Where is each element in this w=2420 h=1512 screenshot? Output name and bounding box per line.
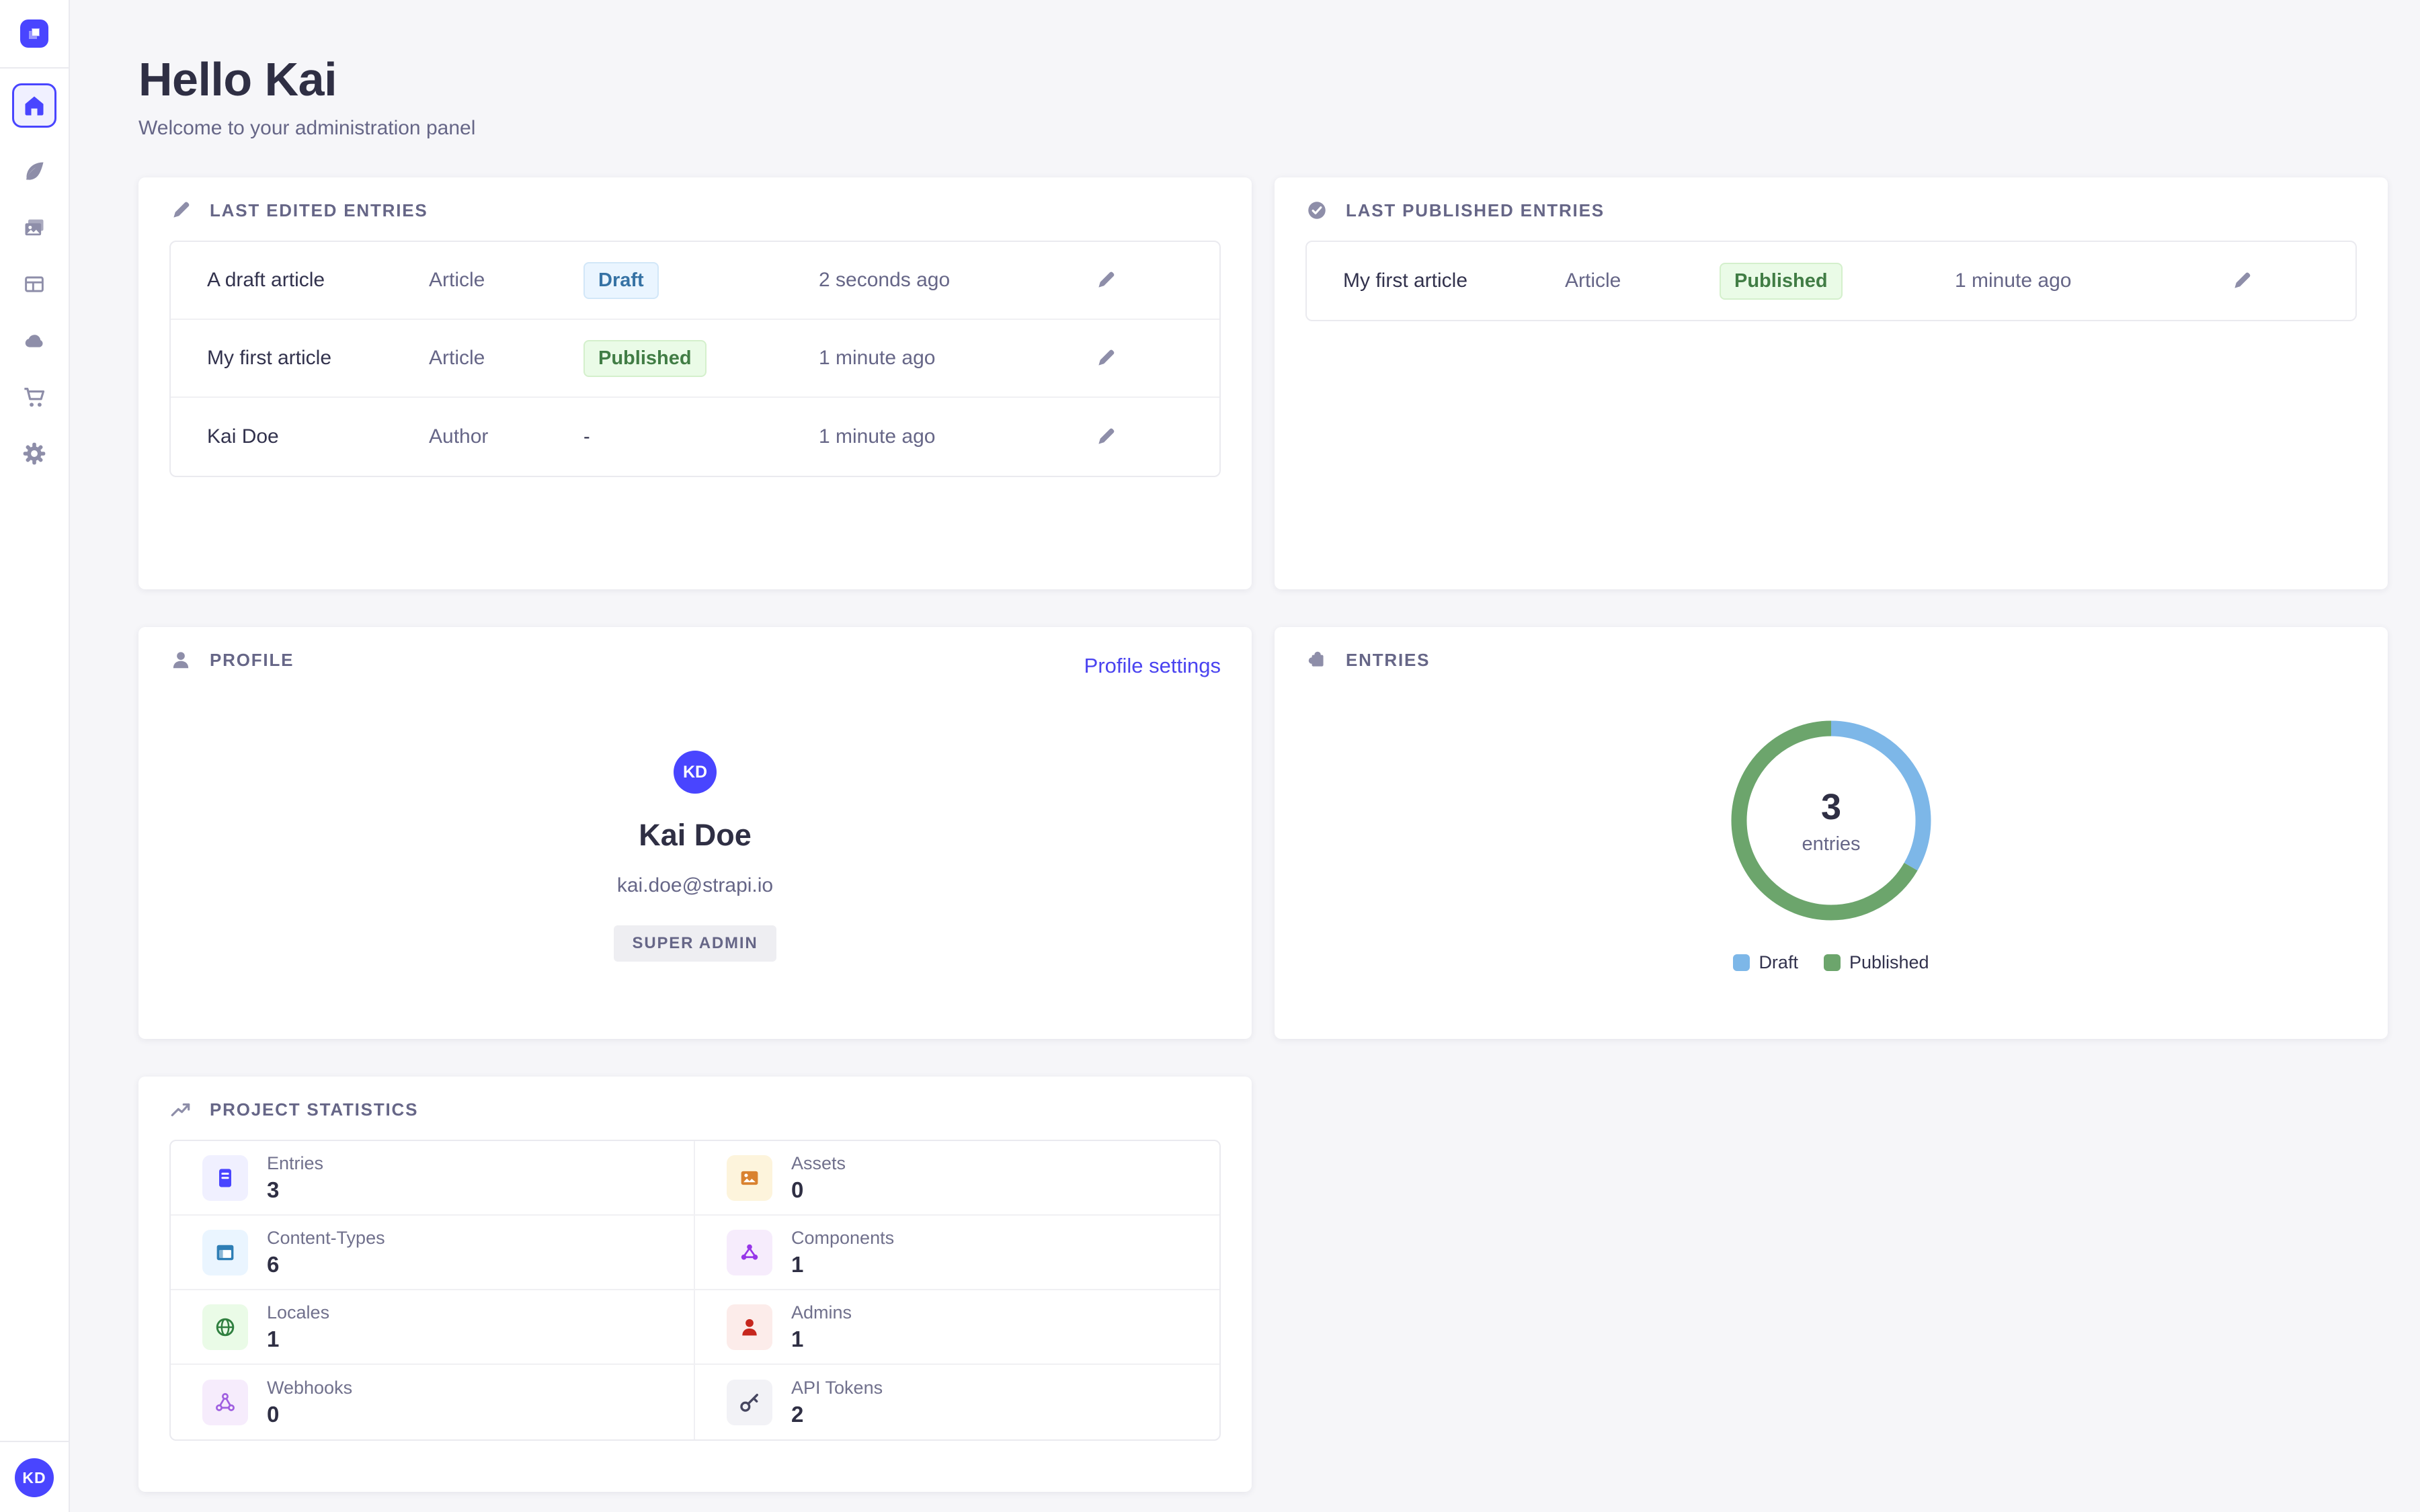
pencil-icon (169, 199, 192, 222)
pencil-icon (1094, 347, 1117, 370)
profile-card: PROFILE Profile settings KD Kai Doe kai.… (138, 627, 1252, 1039)
status-badge: Draft (583, 262, 659, 299)
entries-donut-chart: 3 entries (1730, 720, 1932, 921)
user-avatar[interactable]: KD (15, 1458, 54, 1497)
table-row[interactable]: A draft article Article Draft 2 seconds … (171, 242, 1219, 320)
cart-icon (22, 385, 46, 409)
entries-count-label: entries (1802, 833, 1860, 855)
status-badge: Published (1720, 263, 1843, 300)
puzzle-icon (1305, 648, 1328, 671)
pencil-icon (1094, 269, 1117, 292)
layout-icon (22, 272, 46, 296)
stats-grid: Entries 3 Assets 0 (169, 1140, 1221, 1441)
gear-icon (22, 442, 46, 466)
window-layout-icon (213, 1241, 237, 1265)
entry-type: Article (429, 347, 583, 370)
legend-item-draft: Draft (1733, 952, 1798, 973)
sidebar-nav (12, 83, 56, 466)
stat-components: Components 1 (695, 1216, 1219, 1290)
entry-name: A draft article (207, 269, 429, 292)
profile-settings-link[interactable]: Profile settings (1084, 654, 1221, 678)
last-published-table: My first article Article Published 1 min… (1305, 241, 2357, 321)
molecule-icon (737, 1241, 762, 1265)
entry-time: 1 minute ago (819, 347, 1094, 370)
entry-time: 1 minute ago (1955, 269, 2230, 292)
sidebar-item-settings[interactable] (22, 441, 47, 466)
stat-api-tokens: API Tokens 2 (695, 1365, 1219, 1439)
table-row[interactable]: Kai Doe Author - 1 minute ago (171, 398, 1219, 476)
person-icon (737, 1315, 762, 1339)
entry-name: Kai Doe (207, 425, 429, 448)
profile-name: Kai Doe (639, 818, 752, 853)
home-icon (22, 93, 46, 118)
entries-chart-card: ENTRIES 3 entries (1275, 627, 2388, 1039)
last-published-entries-card: LAST PUBLISHED ENTRIES My first article … (1275, 177, 2388, 589)
edit-entry-button[interactable] (1094, 267, 1121, 294)
stat-admins: Admins 1 (695, 1290, 1219, 1365)
stat-webhooks: Webhooks 0 (171, 1365, 695, 1439)
table-row[interactable]: My first article Article Published 1 min… (1307, 242, 2355, 320)
stat-content-types: Content-Types 6 (171, 1216, 695, 1290)
edit-entry-button[interactable] (1094, 345, 1121, 372)
sidebar: KD (0, 0, 70, 1512)
dashboard-grid: LAST EDITED ENTRIES A draft article Arti… (138, 177, 2388, 1492)
logo-container (0, 0, 69, 69)
sidebar-item-home[interactable] (12, 83, 56, 128)
sidebar-footer: KD (0, 1441, 69, 1512)
edit-entry-button[interactable] (1094, 423, 1121, 450)
chart-legend: Draft Published (1733, 952, 1929, 973)
published-swatch (1824, 954, 1841, 971)
entry-type: Article (1565, 269, 1720, 292)
status-badge: Published (583, 340, 707, 377)
sidebar-item-media-library[interactable] (22, 215, 47, 241)
last-edited-table: A draft article Article Draft 2 seconds … (169, 241, 1221, 477)
profile-email: kai.doe@strapi.io (617, 874, 773, 897)
status-badge: - (583, 426, 590, 448)
webhook-network-icon (213, 1390, 237, 1415)
entries-stack-icon (213, 1166, 237, 1190)
last-edited-entries-card: LAST EDITED ENTRIES A draft article Arti… (138, 177, 1252, 589)
picture-icon (737, 1166, 762, 1190)
card-title: ENTRIES (1346, 650, 1430, 671)
entry-time: 1 minute ago (819, 425, 1094, 448)
sidebar-item-deploy[interactable] (22, 328, 47, 353)
sidebar-item-content-type-builder[interactable] (22, 271, 47, 297)
entry-type: Author (429, 425, 583, 448)
page-title: Hello Kai (138, 52, 2388, 106)
card-title: PROJECT STATISTICS (210, 1099, 418, 1120)
project-statistics-card: PROJECT STATISTICS Entries 3 (138, 1077, 1252, 1492)
entries-count: 3 (1821, 786, 1841, 828)
pictures-icon (22, 216, 46, 240)
role-badge: SUPER ADMIN (614, 925, 777, 962)
legend-item-published: Published (1824, 952, 1929, 973)
card-title: LAST EDITED ENTRIES (210, 200, 428, 221)
user-icon (169, 648, 192, 671)
stat-locales: Locales 1 (171, 1290, 695, 1365)
entry-type: Article (429, 269, 583, 292)
strapi-logo-icon[interactable] (20, 19, 48, 48)
pencil-icon (1094, 425, 1117, 448)
card-title: LAST PUBLISHED ENTRIES (1346, 200, 1605, 221)
main-content: Hello Kai Welcome to your administration… (71, 0, 2420, 1492)
sidebar-item-content-manager[interactable] (22, 159, 47, 184)
edit-entry-button[interactable] (2230, 267, 2257, 294)
entry-time: 2 seconds ago (819, 269, 1094, 292)
trending-up-icon (169, 1098, 192, 1121)
key-icon (737, 1390, 762, 1415)
feather-icon (22, 159, 46, 183)
table-row[interactable]: My first article Article Published 1 min… (171, 320, 1219, 398)
cloud-icon (22, 329, 46, 353)
draft-swatch (1733, 954, 1750, 971)
entry-name: My first article (1343, 269, 1565, 292)
check-circle-icon (1305, 199, 1328, 222)
stat-assets: Assets 0 (695, 1141, 1219, 1216)
stat-entries: Entries 3 (171, 1141, 695, 1216)
sidebar-item-marketplace[interactable] (22, 384, 47, 410)
pencil-icon (2230, 269, 2253, 292)
page-subtitle: Welcome to your administration panel (138, 117, 2388, 140)
profile-avatar: KD (674, 751, 717, 794)
entry-name: My first article (207, 347, 429, 370)
card-title: PROFILE (210, 650, 294, 671)
globe-icon (213, 1315, 237, 1339)
